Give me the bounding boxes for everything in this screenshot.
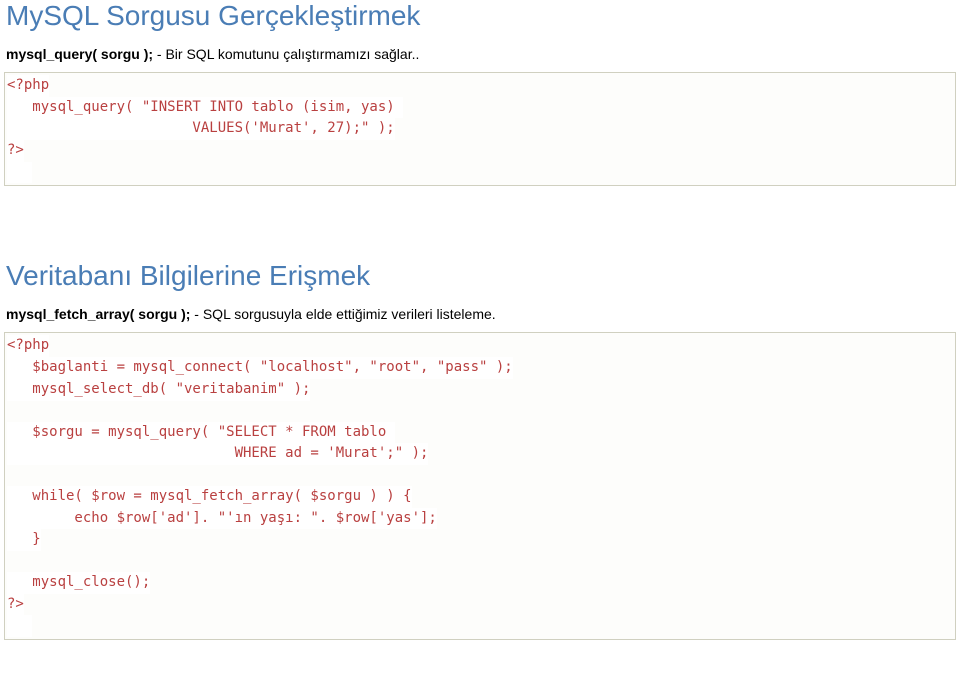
code-block-1: <?php mysql_query( "INSERT INTO tablo (i… [4, 72, 956, 186]
code-line [7, 615, 32, 637]
code-line: WHERE ad = 'Murat';" ); [7, 443, 428, 465]
code-line: <?php [7, 335, 49, 357]
desc-mysql-query: mysql_query( sorgu ); - Bir SQL komutunu… [0, 46, 960, 62]
code-line: <?php [7, 75, 49, 97]
code-line: VALUES('Murat', 27);" ); [7, 118, 395, 140]
code-line: ?> [7, 594, 24, 616]
code-line: ?> [7, 140, 24, 162]
code-line [7, 162, 32, 184]
desc-bold: mysql_fetch_array( sorgu ); [6, 306, 190, 322]
section-fetch-array: Veritabanı Bilgilerine Erişmek mysql_fet… [0, 260, 960, 640]
heading-mysql-query: MySQL Sorgusu Gerçekleştirmek [0, 0, 960, 32]
section-mysql-query: MySQL Sorgusu Gerçekleştirmek mysql_quer… [0, 0, 960, 186]
code-line: mysql_select_db( "veritabanim" ); [7, 379, 310, 401]
code-line: $sorgu = mysql_query( "SELECT * FROM tab… [7, 422, 395, 444]
code-line: mysql_query( "INSERT INTO tablo (isim, y… [7, 97, 403, 119]
code-line: } [7, 529, 41, 551]
desc-fetch-array: mysql_fetch_array( sorgu ); - SQL sorgus… [0, 306, 960, 322]
section-gap [0, 190, 960, 260]
heading-fetch-array: Veritabanı Bilgilerine Erişmek [0, 260, 960, 292]
code-line: while( $row = mysql_fetch_array( $sorgu … [7, 486, 412, 508]
code-block-2: <?php $baglanti = mysql_connect( "localh… [4, 332, 956, 640]
desc-bold: mysql_query( sorgu ); [6, 46, 153, 62]
desc-text: - Bir SQL komutunu çalıştırmamızı sağlar… [153, 46, 419, 62]
desc-text: - SQL sorgusuyla elde ettiğimiz verileri… [190, 306, 495, 322]
code-line: echo $row['ad']. "'ın yaşı: ". $row['yas… [7, 508, 437, 530]
code-line: $baglanti = mysql_connect( "localhost", … [7, 357, 513, 379]
code-line: mysql_close(); [7, 572, 150, 594]
